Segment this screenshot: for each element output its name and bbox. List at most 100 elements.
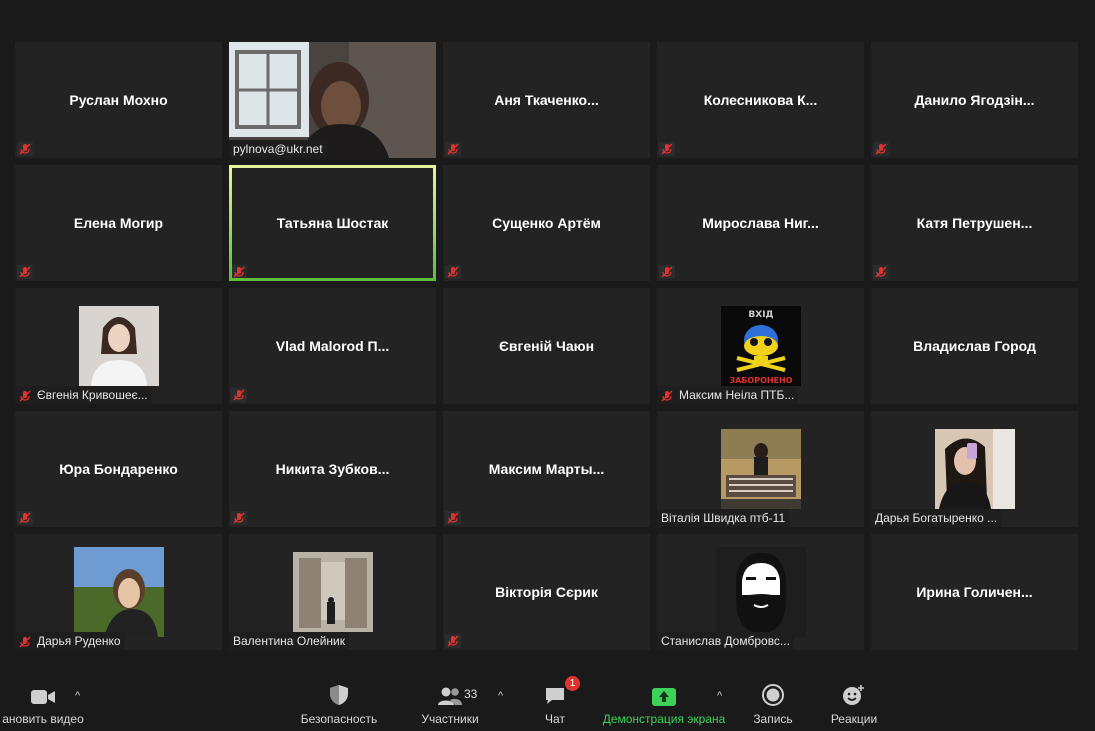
participant-tile[interactable]: Vlad Malorod П... [229, 288, 436, 404]
shield-icon [330, 685, 348, 705]
reactions-button[interactable]: Реакции [828, 680, 880, 726]
muted-mic-icon [661, 389, 675, 403]
stop-video-label: ановить видео [2, 712, 84, 726]
chat-label: Чат [545, 712, 565, 726]
participants-options-caret[interactable]: ^ [498, 690, 503, 702]
participant-tile[interactable]: Колесникова К... [657, 42, 864, 158]
participant-avatar [715, 547, 806, 637]
reactions-label: Реакции [830, 712, 878, 726]
muted-mic-icon [19, 635, 33, 649]
participant-name: Владислав Город [913, 338, 1036, 354]
participant-name: Вікторія Сєрик [495, 584, 598, 600]
share-screen-label: Демонстрация экрана [602, 712, 726, 726]
participant-tile[interactable]: Євгенія Кривошеє... [15, 288, 222, 404]
video-options-caret[interactable]: ^ [75, 690, 80, 702]
participant-tile[interactable]: Мирослава Ниг... [657, 165, 864, 281]
muted-mic-icon [873, 142, 889, 156]
participant-name: Максим Марты... [488, 461, 605, 477]
participant-tile[interactable]: Елена Могир [15, 165, 222, 281]
participant-tile[interactable]: Віталія Швидка птб-11 [657, 411, 864, 527]
participant-name: Сущенко Артём [492, 215, 601, 231]
participant-name: Ирина Голичен... [916, 584, 1033, 600]
participant-name: Татьяна Шостак [276, 215, 389, 231]
muted-mic-icon [17, 265, 33, 279]
participant-name: Дарья Руденко [37, 634, 121, 648]
security-label: Безопасность [300, 712, 378, 726]
participant-name: Никита Зубков... [275, 461, 390, 477]
participant-label: pylnova@ukr.net [229, 140, 327, 158]
participant-name: Дарья Богатыренко ... [875, 511, 998, 525]
video-camera-icon [31, 690, 55, 704]
participants-label: Участники [421, 712, 479, 726]
participant-name: Євгеній Чаюн [498, 338, 595, 354]
meeting-toolbar: ановить видео ^ Безопасность 33 Участник… [0, 660, 1095, 731]
participant-tile[interactable]: Юра Бондаренко [15, 411, 222, 527]
participant-name: Vlad Malorod П... [275, 338, 390, 354]
muted-mic-icon [231, 265, 247, 279]
participant-tile[interactable]: Дарья Богатыренко ... [871, 411, 1078, 527]
muted-mic-icon [445, 142, 461, 156]
muted-mic-icon [445, 511, 461, 525]
participant-label: Дарья Руденко [15, 632, 125, 650]
muted-mic-icon [445, 265, 461, 279]
participant-label: Віталія Швидка птб-11 [657, 509, 790, 527]
muted-mic-icon [231, 388, 247, 402]
chat-button[interactable]: 1 Чат [538, 676, 580, 726]
video-grid: Руслан Мохно pylnova@ukr.net Аня Ткаченко.… [15, 42, 1079, 651]
muted-mic-icon [19, 389, 33, 403]
participant-name: Руслан Мохно [69, 92, 168, 108]
participant-tile[interactable]: Владислав Город [871, 288, 1078, 404]
participant-tile[interactable]: Сущенко Артём [443, 165, 650, 281]
stop-video-button[interactable]: ановить видео [0, 680, 86, 726]
participant-name: Елена Могир [73, 215, 164, 231]
participant-label: Валентина Олейник [229, 632, 349, 650]
chat-unread-badge: 1 [565, 676, 580, 691]
participant-tile[interactable]: Максим Марты... [443, 411, 650, 527]
participants-icon [438, 687, 462, 705]
participant-tile[interactable]: pylnova@ukr.net [229, 42, 436, 158]
participant-label: Максим Неіла ПТБ... [657, 386, 799, 404]
participant-tile[interactable]: Ирина Голичен... [871, 534, 1078, 650]
muted-mic-icon [231, 511, 247, 525]
share-screen-icon [652, 688, 676, 706]
participant-name: Валентина Олейник [233, 634, 345, 648]
participant-tile[interactable]: Аня Ткаченко... [443, 42, 650, 158]
record-button[interactable]: Запись [750, 680, 796, 726]
muted-mic-icon [659, 142, 675, 156]
participant-avatar [78, 306, 159, 386]
participant-name: Євгенія Кривошеє... [37, 388, 148, 402]
participants-button[interactable]: 33 Участники [418, 680, 482, 726]
share-screen-button[interactable]: Демонстрация экрана [600, 680, 728, 726]
muted-mic-icon [873, 265, 889, 279]
participant-tile[interactable]: Катя Петрушен... [871, 165, 1078, 281]
participant-name: Аня Ткаченко... [494, 92, 599, 108]
muted-mic-icon [17, 142, 33, 156]
participant-tile[interactable]: Дарья Руденко [15, 534, 222, 650]
participant-tile[interactable]: Никита Зубков... [229, 411, 436, 527]
participant-label: Дарья Богатыренко ... [871, 509, 1002, 527]
participant-tile[interactable]: Данило Ягодзін... [871, 42, 1078, 158]
muted-mic-icon [445, 634, 461, 648]
svg-text:ВХІД: ВХІД [748, 310, 773, 320]
participant-avatar [73, 547, 164, 637]
participant-label: Станислав Домбровс... [657, 632, 794, 650]
participant-tile[interactable]: ВХІД ЗАБОРОНЕНО Максим Неіла ПТБ... [657, 288, 864, 404]
participant-name: Мирослава Ниг... [702, 215, 819, 231]
participant-avatar: ВХІД ЗАБОРОНЕНО [720, 306, 801, 386]
participant-name: Станислав Домбровс... [661, 634, 790, 648]
participant-label: Євгенія Кривошеє... [15, 386, 152, 404]
participant-tile[interactable]: Вікторія Сєрик [443, 534, 650, 650]
participant-tile[interactable]: Євгеній Чаюн [443, 288, 650, 404]
record-icon [762, 684, 784, 706]
participant-name: pylnova@ukr.net [233, 142, 323, 156]
participant-tile[interactable]: Валентина Олейник [229, 534, 436, 650]
participant-tile[interactable]: Станислав Домбровс... [657, 534, 864, 650]
security-button[interactable]: Безопасность [298, 680, 380, 726]
participants-count: 33 [464, 687, 478, 701]
participant-tile[interactable]: Руслан Мохно [15, 42, 222, 158]
muted-mic-icon [659, 265, 675, 279]
participant-name: Колесникова К... [703, 92, 818, 108]
participant-name: Максим Неіла ПТБ... [679, 388, 795, 402]
share-options-caret[interactable]: ^ [717, 690, 722, 702]
participant-tile[interactable]: Татьяна Шостак [229, 165, 436, 281]
